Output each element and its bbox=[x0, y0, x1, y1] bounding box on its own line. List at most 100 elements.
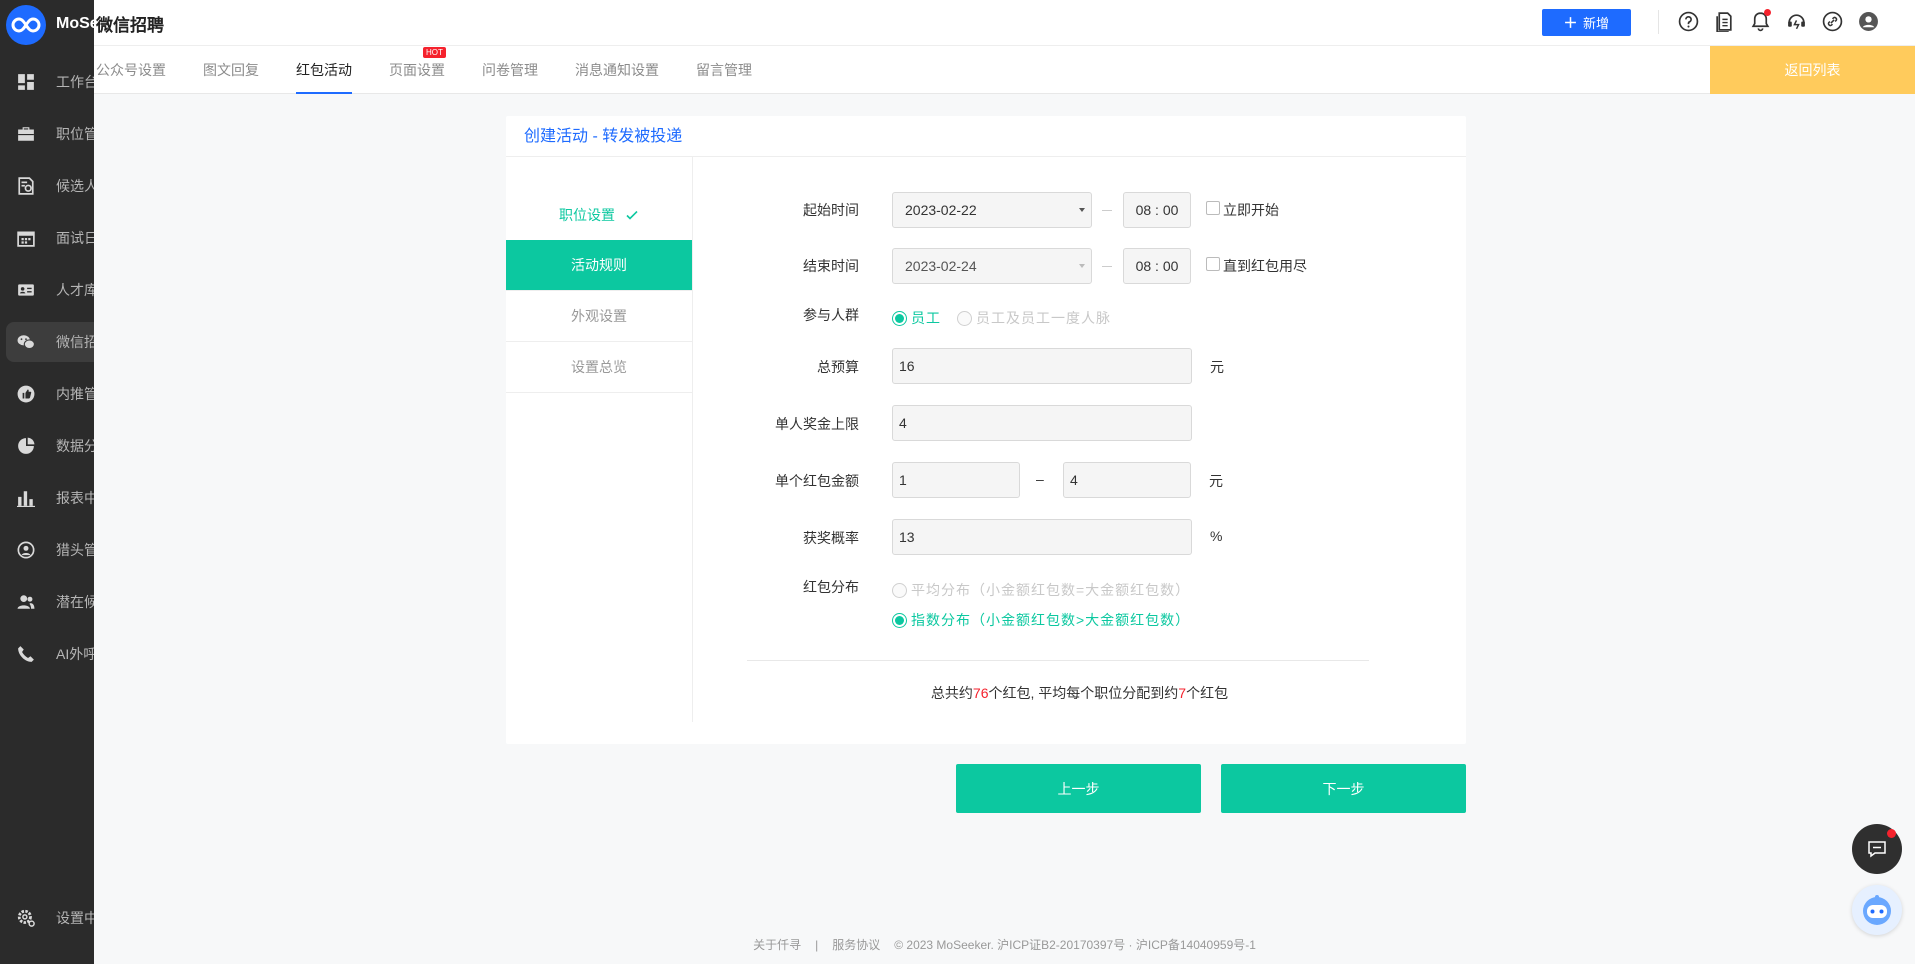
tab-questionnaire[interactable]: 问卷管理 bbox=[482, 46, 538, 94]
sidebar-item-wechat-recruit[interactable]: 微信招聘 bbox=[6, 322, 94, 362]
pie-chart-icon bbox=[6, 426, 46, 466]
card-title: 创建活动 - 转发被投递 bbox=[506, 116, 1466, 157]
sidebar-item-ai-call[interactable]: AI外呼 bbox=[6, 634, 94, 674]
summary-middle: 个红包, 平均每个职位分配到约 bbox=[988, 685, 1179, 701]
until-exhausted-checkbox[interactable]: 直到红包用尽 bbox=[1206, 256, 1307, 276]
radio-dot bbox=[892, 612, 907, 628]
prev-step-button[interactable]: 上一步 bbox=[956, 764, 1201, 813]
start-immediately-checkbox[interactable]: 立即开始 bbox=[1206, 200, 1279, 220]
footer-divider: | bbox=[815, 938, 819, 952]
tab-official-account-settings[interactable]: 公众号设置 bbox=[96, 46, 166, 94]
radio-label: 指数分布（小金额红包数>大金额红包数） bbox=[911, 612, 1191, 628]
footer-terms-link[interactable]: 服务协议 bbox=[832, 938, 880, 952]
notification-bell-icon[interactable] bbox=[1748, 9, 1772, 33]
add-new-button[interactable]: 新增 bbox=[1542, 9, 1631, 36]
step-label: 职位设置 bbox=[559, 206, 615, 223]
tab-page-settings[interactable]: 页面设置 HOT bbox=[389, 46, 446, 94]
footer: 关于仟寻 | 服务协议 © 2023 MoSeeker. 沪ICP证B2-201703… bbox=[94, 936, 1915, 953]
footer-about-link[interactable]: 关于仟寻 bbox=[753, 938, 801, 952]
range-dash bbox=[1102, 210, 1112, 211]
win-rate-unit: % bbox=[1210, 528, 1223, 544]
document-icon[interactable] bbox=[1712, 9, 1736, 33]
check-icon bbox=[626, 210, 638, 220]
candidate-doc-icon bbox=[6, 166, 46, 206]
end-time-label: 结束时间 bbox=[803, 258, 859, 274]
wechat-icon bbox=[6, 322, 46, 362]
page-title: 微信招聘 bbox=[96, 16, 164, 35]
sidebar-item-label: AI外呼 bbox=[56, 646, 94, 662]
thumbs-up-icon bbox=[6, 374, 46, 414]
tab-notification-settings[interactable]: 消息通知设置 bbox=[575, 46, 659, 94]
tab-comments[interactable]: 留言管理 bbox=[696, 46, 752, 94]
plus-icon bbox=[1565, 17, 1576, 28]
sidebar-item-workbench[interactable]: 工作台 bbox=[6, 62, 94, 102]
radio-label: 员工 bbox=[911, 310, 941, 326]
sidebar-item-label: 职位管理 bbox=[56, 126, 94, 142]
divider bbox=[747, 660, 1369, 661]
summary-total: 76 bbox=[972, 685, 989, 701]
moseeker-logo[interactable] bbox=[6, 5, 46, 45]
win-rate-input[interactable] bbox=[892, 519, 1192, 555]
sidebar: MoSeeker 工作台 职位管理 候选人 面试日程 人才库 微信招聘 内推管理… bbox=[0, 0, 94, 964]
sidebar-item-headhunter[interactable]: 猎头管理 bbox=[6, 530, 94, 570]
start-date-value: 2023-02-22 bbox=[905, 202, 977, 218]
sidebar-item-referral[interactable]: 内推管理 bbox=[6, 374, 94, 414]
link-icon[interactable] bbox=[1820, 9, 1844, 33]
radio-label: 平均分布（小金额红包数=大金额红包数） bbox=[911, 582, 1191, 598]
budget-input[interactable] bbox=[892, 348, 1192, 384]
sidebar-item-settings[interactable]: 设置中心 bbox=[6, 898, 94, 938]
sidebar-item-label: 内推管理 bbox=[56, 386, 94, 402]
audience-radio-employees[interactable]: 员工 bbox=[892, 308, 941, 328]
distribution-radio-exponential[interactable]: 指数分布（小金额红包数>大金额红包数） bbox=[892, 610, 1190, 630]
help-icon[interactable] bbox=[1676, 9, 1700, 33]
sidebar-item-label: 面试日程 bbox=[56, 230, 94, 246]
budget-unit: 元 bbox=[1210, 359, 1224, 375]
back-to-list-button[interactable]: 返回列表 bbox=[1710, 46, 1915, 94]
sidebar-item-potential-candidates[interactable]: 潜在候选人 bbox=[6, 582, 94, 622]
packet-max-input[interactable] bbox=[1063, 462, 1191, 498]
summary-per-job: 7 bbox=[1178, 685, 1187, 701]
sidebar-item-reports[interactable]: 报表中心 bbox=[6, 478, 94, 518]
step-nav: 职位设置 活动规则 外观设置 设置总览 bbox=[506, 157, 693, 722]
start-time-label: 起始时间 bbox=[803, 202, 859, 218]
next-step-button[interactable]: 下一步 bbox=[1221, 764, 1466, 813]
assistant-bot-button[interactable] bbox=[1852, 885, 1902, 935]
end-date-picker[interactable]: 2023-02-24 bbox=[892, 248, 1092, 284]
add-new-label: 新增 bbox=[1582, 16, 1609, 31]
tab-red-packet-activity[interactable]: 红包活动 bbox=[296, 46, 352, 94]
audience-radio-employees-and-network[interactable]: 员工及员工一度人脉 bbox=[957, 308, 1111, 328]
packet-unit: 元 bbox=[1209, 473, 1223, 489]
start-time-input[interactable]: 08 : 00 bbox=[1123, 192, 1191, 228]
sidebar-item-label: 潜在候选人 bbox=[56, 594, 94, 610]
sidebar-item-talent-pool[interactable]: 人才库 bbox=[6, 270, 94, 310]
checkbox-box bbox=[1206, 201, 1220, 215]
distribution-radio-uniform[interactable]: 平均分布（小金额红包数=大金额红包数） bbox=[892, 580, 1190, 600]
radio-dot bbox=[892, 310, 907, 326]
users-icon bbox=[6, 582, 46, 622]
user-avatar-icon[interactable] bbox=[1856, 9, 1880, 33]
packet-min-input[interactable] bbox=[892, 462, 1020, 498]
sidebar-item-label: 猎头管理 bbox=[56, 542, 94, 558]
per-person-limit-label: 单人奖金上限 bbox=[775, 416, 859, 432]
radio-label: 员工及员工一度人脉 bbox=[976, 310, 1111, 326]
hot-badge: HOT bbox=[423, 47, 446, 58]
sidebar-item-jobs[interactable]: 职位管理 bbox=[6, 114, 94, 154]
sidebar-item-analytics[interactable]: 数据分析 bbox=[6, 426, 94, 466]
notification-dot bbox=[1764, 9, 1771, 16]
sidebar-item-label: 数据分析 bbox=[56, 438, 94, 454]
end-date-value: 2023-02-24 bbox=[905, 258, 977, 274]
start-date-picker[interactable]: 2023-02-22 bbox=[892, 192, 1092, 228]
infinity-logo-icon bbox=[11, 17, 41, 33]
sidebar-item-label: 设置中心 bbox=[56, 910, 94, 926]
sidebar-item-interview-calendar[interactable]: 面试日程 bbox=[6, 218, 94, 258]
sidebar-item-label: 候选人 bbox=[56, 178, 94, 194]
sidebar-item-candidates[interactable]: 候选人 bbox=[6, 166, 94, 206]
per-person-limit-input[interactable] bbox=[892, 405, 1192, 441]
sidebar-item-label: 微信招聘 bbox=[56, 334, 94, 350]
id-card-icon bbox=[6, 270, 46, 310]
end-time-input[interactable]: 08 : 00 bbox=[1123, 248, 1191, 284]
budget-label: 总预算 bbox=[817, 359, 859, 375]
chat-button[interactable] bbox=[1852, 824, 1902, 874]
support-icon[interactable] bbox=[1784, 9, 1808, 33]
tab-auto-reply[interactable]: 图文回复 bbox=[203, 46, 259, 94]
